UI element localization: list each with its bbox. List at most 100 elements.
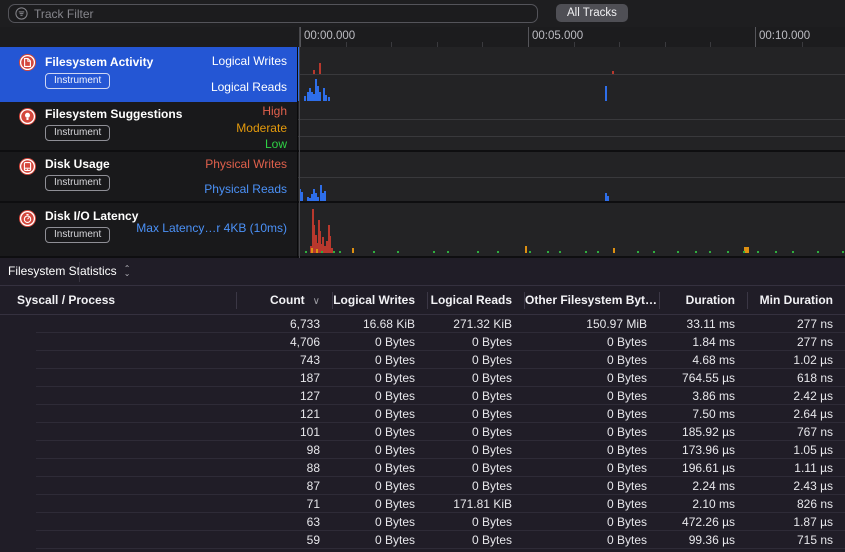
logical-writes-cell: 0 Bytes	[332, 479, 427, 493]
instrument-badge: Instrument	[45, 227, 110, 243]
column-header-logical-reads[interactable]: Logical Reads	[427, 292, 524, 309]
filesystem-statistics-panel: Filesystem Statistics ⌃⌄ Syscall / Proce…	[0, 258, 845, 552]
column-header-min-duration[interactable]: Min Duration	[747, 292, 845, 309]
lane-divider	[297, 119, 845, 120]
graph-bar	[727, 251, 729, 253]
table-row[interactable]: ›fstatfs64980 Bytes0 Bytes0 Bytes173.96 …	[0, 441, 845, 459]
graph-bar	[677, 251, 679, 253]
graph-bar	[433, 251, 435, 253]
min-duration-cell: 2.64 µs	[747, 407, 845, 421]
graph-bar	[817, 251, 819, 253]
min-duration-cell: 715 ns	[747, 533, 845, 547]
graph-bar	[313, 70, 315, 74]
table-row[interactable]: ⌄* All *6,73316.68 KiB271.32 KiB150.97 M…	[0, 315, 845, 333]
track-head-disk-usage[interactable]: Disk UsageInstrumentPhysical WritesPhysi…	[0, 152, 297, 201]
graph-bar	[319, 92, 321, 101]
other-cell: 0 Bytes	[524, 353, 659, 367]
table-row[interactable]: ›sys_fstat641870 Bytes0 Bytes0 Bytes764.…	[0, 369, 845, 387]
other-cell: 150.97 MiB	[524, 317, 659, 331]
graph-bar	[529, 251, 531, 253]
track-row-disk-i-o-latency[interactable]: Disk I/O LatencyInstrumentMax Latency…r …	[0, 203, 845, 258]
ruler-tick-label: 00:10.000	[759, 30, 810, 42]
table-row[interactable]: ›open1210 Bytes0 Bytes0 Bytes7.50 ms2.64…	[0, 405, 845, 423]
count-cell: 98	[236, 443, 332, 457]
graph-bar	[559, 251, 561, 253]
track-graph-filesystem-suggestions[interactable]	[297, 102, 845, 150]
graph-bar	[497, 251, 499, 253]
track-title: Disk I/O Latency	[45, 209, 138, 223]
track-head-disk-i-o-latency[interactable]: Disk I/O LatencyInstrumentMax Latency…r …	[0, 203, 297, 256]
logical-reads-cell: 0 Bytes	[427, 371, 524, 385]
logical-writes-cell: 0 Bytes	[332, 407, 427, 421]
count-cell: 101	[236, 425, 332, 439]
min-duration-cell: 277 ns	[747, 335, 845, 349]
graph-bar	[695, 251, 697, 253]
table-row[interactable]: ›open_nocancel1270 Bytes0 Bytes0 Bytes3.…	[0, 387, 845, 405]
track-row-disk-usage[interactable]: Disk UsageInstrumentPhysical WritesPhysi…	[0, 152, 845, 203]
column-header-other-filesystem-byt[interactable]: Other Filesystem Byt…	[524, 292, 659, 309]
column-header-count[interactable]: Count∨	[236, 292, 332, 309]
other-cell: 0 Bytes	[524, 371, 659, 385]
graph-bar	[321, 251, 323, 253]
table-row[interactable]: ›read710 Bytes171.81 KiB0 Bytes2.10 ms82…	[0, 495, 845, 513]
table-row[interactable]: ›lseek4,7060 Bytes0 Bytes0 Bytes1.84 ms2…	[0, 333, 845, 351]
column-header-logical-writes[interactable]: Logical Writes	[332, 292, 427, 309]
column-header-duration[interactable]: Duration	[659, 292, 747, 309]
lane-divider	[297, 136, 845, 137]
logical-reads-cell: 0 Bytes	[427, 389, 524, 403]
graph-bar	[397, 251, 399, 253]
track-area: Filesystem ActivityInstrumentLogical Wri…	[0, 47, 845, 258]
timeline-ruler[interactable]: 00:00.00000:05.00000:10.000	[0, 27, 845, 47]
track-filter-placeholder: Track Filter	[34, 7, 94, 21]
lane-label: High	[262, 104, 287, 118]
track-graph-filesystem-activity[interactable]	[297, 47, 845, 102]
table-row[interactable]: ›sys_close1010 Bytes0 Bytes0 Bytes185.92…	[0, 423, 845, 441]
count-cell: 71	[236, 497, 332, 511]
lane-divider	[297, 177, 845, 178]
graph-bar	[597, 251, 599, 253]
graph-bar	[525, 246, 527, 253]
playhead-line[interactable]	[299, 27, 300, 258]
logical-reads-cell: 0 Bytes	[427, 425, 524, 439]
track-graph-disk-i-o-latency[interactable]	[297, 203, 845, 256]
graph-bar	[605, 86, 607, 101]
graph-bar	[333, 251, 335, 253]
track-filter-input[interactable]: Track Filter	[8, 4, 538, 23]
other-cell: 0 Bytes	[524, 497, 659, 511]
duration-cell: 3.86 ms	[659, 389, 747, 403]
ruler-tick-label: 00:00.000	[304, 30, 355, 42]
logical-reads-cell: 271.32 KiB	[427, 317, 524, 331]
duration-cell: 764.55 µs	[659, 371, 747, 385]
stats-view-popup[interactable]: Filesystem Statistics ⌃⌄	[8, 264, 130, 278]
logical-reads-cell: 171.81 KiB	[427, 497, 524, 511]
logical-writes-cell: 0 Bytes	[332, 533, 427, 547]
graph-bar	[373, 251, 375, 253]
table-row[interactable]: ›lstat64630 Bytes0 Bytes0 Bytes472.26 µs…	[0, 513, 845, 531]
track-row-filesystem-activity[interactable]: Filesystem ActivityInstrumentLogical Wri…	[0, 47, 845, 102]
track-title: Filesystem Suggestions	[45, 107, 182, 121]
count-cell: 59	[236, 533, 332, 547]
table-row[interactable]: ›stat647430 Bytes0 Bytes0 Bytes4.68 ms1.…	[0, 351, 845, 369]
graph-bar	[613, 248, 615, 253]
column-header-syscall-process[interactable]: Syscall / Process	[0, 292, 236, 309]
duration-cell: 4.68 ms	[659, 353, 747, 367]
track-title: Disk Usage	[45, 157, 110, 171]
lane-label: Moderate	[236, 121, 287, 135]
table-row[interactable]: ›sys_close_nocancel880 Bytes0 Bytes0 Byt…	[0, 459, 845, 477]
track-head-filesystem-suggestions[interactable]: Filesystem SuggestionsInstrumentHighMode…	[0, 102, 297, 150]
track-row-filesystem-suggestions[interactable]: Filesystem SuggestionsInstrumentHighMode…	[0, 102, 845, 152]
lane-label: Logical Writes	[212, 54, 287, 68]
other-cell: 0 Bytes	[524, 533, 659, 547]
all-tracks-button[interactable]: All Tracks	[556, 4, 628, 22]
graph-bar	[301, 192, 303, 201]
logical-reads-cell: 0 Bytes	[427, 353, 524, 367]
graph-bar	[612, 71, 614, 74]
track-graph-disk-usage[interactable]	[297, 152, 845, 201]
graph-bar	[447, 251, 449, 253]
table-row[interactable]: ›sys_fcntl590 Bytes0 Bytes0 Bytes99.36 µ…	[0, 531, 845, 549]
logical-writes-cell: 0 Bytes	[332, 425, 427, 439]
table-row[interactable]: ›getattrlist870 Bytes0 Bytes0 Bytes2.24 …	[0, 477, 845, 495]
track-head-filesystem-activity[interactable]: Filesystem ActivityInstrumentLogical Wri…	[0, 47, 297, 102]
logical-reads-cell: 0 Bytes	[427, 407, 524, 421]
logical-reads-cell: 0 Bytes	[427, 443, 524, 457]
